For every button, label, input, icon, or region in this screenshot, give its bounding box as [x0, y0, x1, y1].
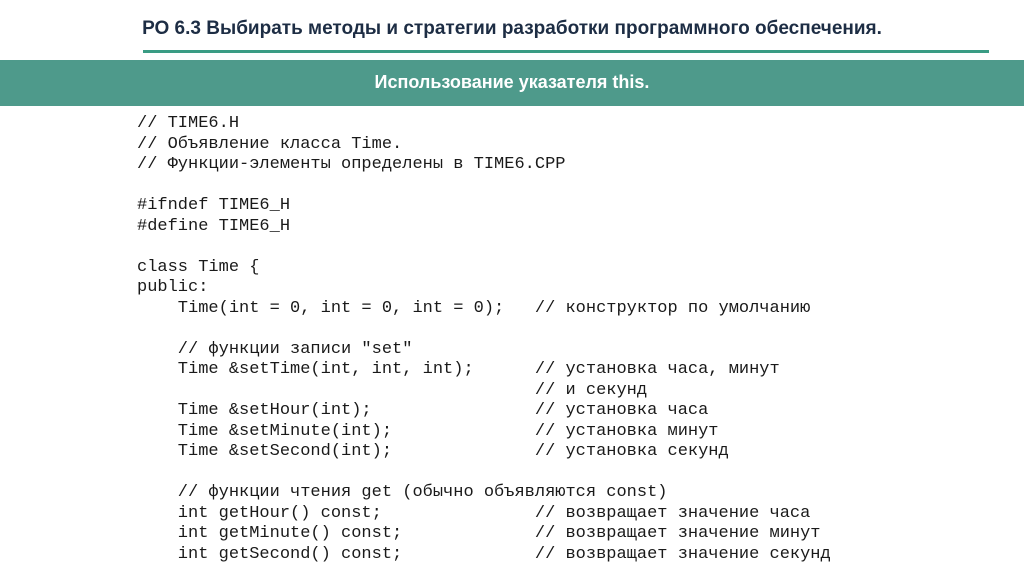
slide: РО 6.3 Выбирать методы и стратегии разра… [0, 0, 1024, 574]
code-line: int getHour() const; // возвращает значе… [137, 503, 811, 523]
section-banner: Использование указателя this. [0, 60, 1024, 106]
code-line: int getMinute() const; // возвращает зна… [137, 524, 821, 543]
code-line: #ifndef TIME6_H [137, 196, 291, 215]
code-line: Time &setTime(int, int, int); // установ… [137, 360, 780, 379]
code-line: // Объявление класса Time. [137, 134, 403, 154]
code-line: // TIME6.H [137, 114, 240, 133]
code-listing: // TIME6.H // Объявление класса Time. //… [137, 114, 967, 565]
code-line: Time(int = 0, int = 0, int = 0); // конс… [137, 298, 811, 318]
code-line: // Функции-элементы определены в TIME6.C… [137, 155, 566, 174]
code-line: Time &setMinute(int); // установка минут [137, 421, 719, 441]
code-line: public: [137, 278, 209, 297]
slide-title: РО 6.3 Выбирать методы и стратегии разра… [142, 18, 882, 39]
code-line: #define TIME6_H [137, 216, 291, 236]
code-line: class Time { [137, 257, 260, 277]
code-line: // функции записи "set" [137, 339, 413, 359]
banner-text: Использование указателя this. [374, 72, 650, 92]
code-line: // и секунд [137, 380, 648, 400]
code-line: Time &setSecond(int); // установка секун… [137, 442, 729, 461]
code-line: // функции чтения get (обычно объявляютс… [137, 483, 668, 502]
code-line: int getSecond() const; // возвращает зна… [137, 544, 831, 564]
title-underline [143, 50, 989, 53]
code-line: Time &setHour(int); // установка часа [137, 401, 709, 420]
